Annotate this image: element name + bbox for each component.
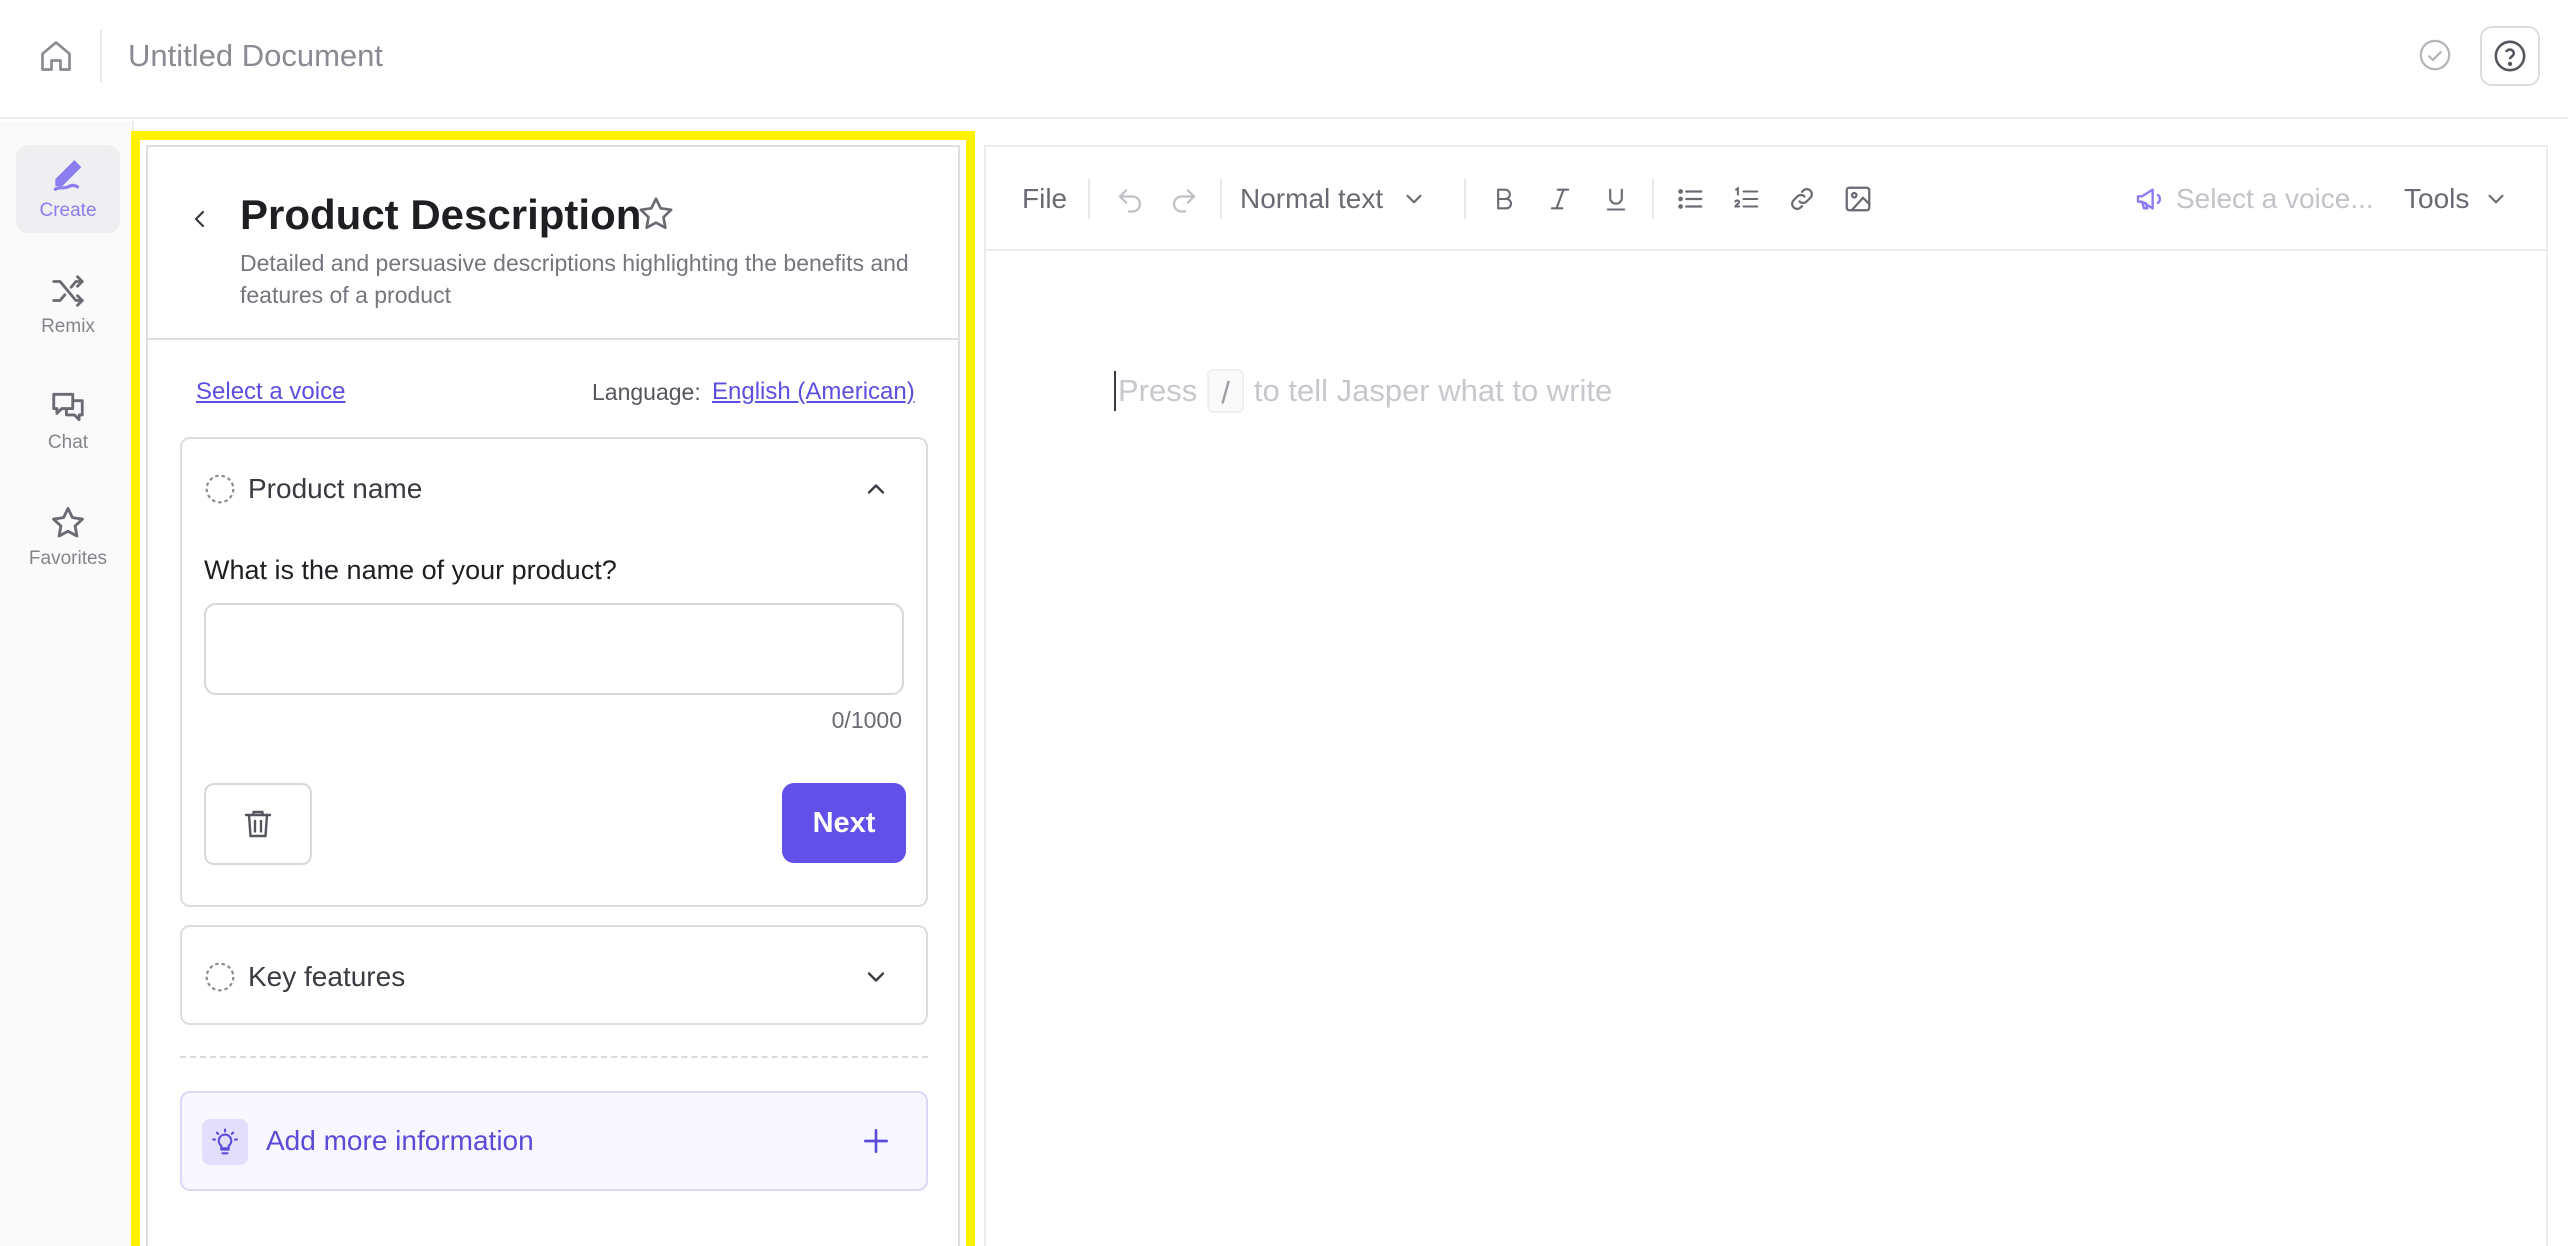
add-more-information-button[interactable]: Add more information xyxy=(180,1091,928,1191)
link-button[interactable] xyxy=(1782,179,1822,219)
step-pending-icon xyxy=(205,474,235,504)
editor-placeholder[interactable]: Press / to tell Jasper what to write xyxy=(1114,369,1612,413)
section-divider xyxy=(180,1056,928,1058)
text-style-value: Normal text xyxy=(1240,183,1384,214)
home-button[interactable] xyxy=(30,30,82,82)
undo-button[interactable] xyxy=(1110,179,1150,219)
chat-icon xyxy=(52,392,84,422)
rail-label-favorites: Favorites xyxy=(28,548,108,569)
file-menu-label: File xyxy=(1022,183,1068,214)
bullet-list-icon xyxy=(1678,189,1703,209)
product-name-question: What is the name of your product? xyxy=(204,555,617,585)
next-button[interactable]: Next xyxy=(782,783,906,863)
step-card-key-features[interactable]: Key features xyxy=(180,925,928,1025)
chevron-down-icon xyxy=(1406,194,1422,204)
bulb-icon-box xyxy=(202,1119,248,1165)
rail-label-chat: Chat xyxy=(47,432,89,453)
text-caret xyxy=(1114,371,1116,411)
tools-menu[interactable]: Tools xyxy=(2404,179,2509,219)
plus-icon xyxy=(864,1129,888,1153)
document-editor: File Normal text Select a voice... Tools… xyxy=(984,145,2548,1246)
topbar-divider xyxy=(100,30,102,82)
bold-icon xyxy=(1497,188,1512,210)
bullet-list-button[interactable] xyxy=(1670,179,1710,219)
chevron-down-icon xyxy=(2488,194,2504,204)
character-counter: 0/1000 xyxy=(831,707,902,733)
pen-icon xyxy=(53,160,82,191)
file-menu[interactable]: File xyxy=(1022,179,1067,219)
help-icon xyxy=(2494,40,2526,72)
slash-key-hint: / xyxy=(1207,369,1244,413)
rail-item-remix[interactable]: Remix xyxy=(16,261,120,349)
toolbar-divider xyxy=(1464,179,1466,219)
step-label-product-name[interactable]: Product name xyxy=(248,469,422,509)
select-voice-link[interactable]: Select a voice xyxy=(196,375,345,409)
step-pending-icon xyxy=(205,962,235,992)
rail-item-favorites[interactable]: Favorites xyxy=(16,493,120,581)
trash-icon xyxy=(244,810,272,838)
home-icon xyxy=(41,41,71,71)
step-label-key-features[interactable]: Key features xyxy=(248,957,405,997)
editor-toolbar: File Normal text Select a voice... Tools xyxy=(986,147,2546,251)
lightbulb-icon xyxy=(212,1128,238,1155)
underline-icon xyxy=(1606,188,1626,211)
template-panel: Product Description Detailed and persuas… xyxy=(146,145,960,1246)
numbered-list-button[interactable] xyxy=(1726,179,1766,219)
tools-menu-label: Tools xyxy=(2404,183,2470,214)
panel-title: Product Description xyxy=(240,191,642,238)
italic-icon xyxy=(1550,188,1570,210)
rail-label-create: Create xyxy=(39,200,97,221)
panel-subtitle: Detailed and persuasive descriptions hig… xyxy=(240,250,909,308)
toolbar-divider xyxy=(1652,179,1654,219)
placeholder-text-start: Press xyxy=(1118,373,1198,408)
saved-check-icon xyxy=(2419,39,2451,71)
left-nav-rail: Create Remix Chat Favorites xyxy=(0,121,134,1246)
chevron-down-icon[interactable] xyxy=(862,963,890,991)
image-icon xyxy=(1845,186,1871,212)
add-info-label: Add more information xyxy=(266,1125,534,1156)
document-title[interactable]: Untitled Document xyxy=(128,34,383,78)
step-card-product-name: Product name What is the name of your pr… xyxy=(180,437,928,907)
placeholder-text-end: to tell Jasper what to write xyxy=(1253,373,1613,408)
undo-icon xyxy=(1118,189,1142,213)
toolbar-divider xyxy=(1088,179,1090,219)
star-icon xyxy=(52,507,84,538)
language-link[interactable]: English (American) xyxy=(712,375,915,409)
rail-label-remix: Remix xyxy=(41,316,95,337)
help-button[interactable] xyxy=(2480,26,2540,86)
favorite-star-icon[interactable] xyxy=(636,194,676,234)
product-name-input[interactable] xyxy=(204,603,904,695)
underline-button[interactable] xyxy=(1596,179,1636,219)
chevron-up-icon[interactable] xyxy=(862,475,890,503)
image-button[interactable] xyxy=(1838,179,1878,219)
megaphone-icon xyxy=(2136,188,2161,210)
back-chevron-icon[interactable] xyxy=(188,207,212,231)
italic-button[interactable] xyxy=(1540,179,1580,219)
rail-item-create[interactable]: Create xyxy=(16,145,120,233)
redo-button[interactable] xyxy=(1164,179,1204,219)
top-bar: Untitled Document xyxy=(0,0,2568,119)
link-icon xyxy=(1791,188,1813,210)
panel-header: Product Description Detailed and persuas… xyxy=(148,147,958,340)
text-style-select[interactable]: Normal text xyxy=(1240,179,1427,219)
bold-button[interactable] xyxy=(1484,179,1524,219)
shuffle-icon xyxy=(52,275,84,307)
toolbar-divider xyxy=(1220,179,1222,219)
language-label: Language: xyxy=(592,379,701,405)
select-voice-placeholder: Select a voice... xyxy=(2176,183,2374,214)
clear-button[interactable] xyxy=(204,783,312,865)
redo-icon xyxy=(1172,189,1196,213)
select-voice-dropdown[interactable]: Select a voice... xyxy=(2134,179,2374,219)
rail-item-chat[interactable]: Chat xyxy=(16,377,120,465)
numbered-list-icon xyxy=(1734,186,1759,208)
